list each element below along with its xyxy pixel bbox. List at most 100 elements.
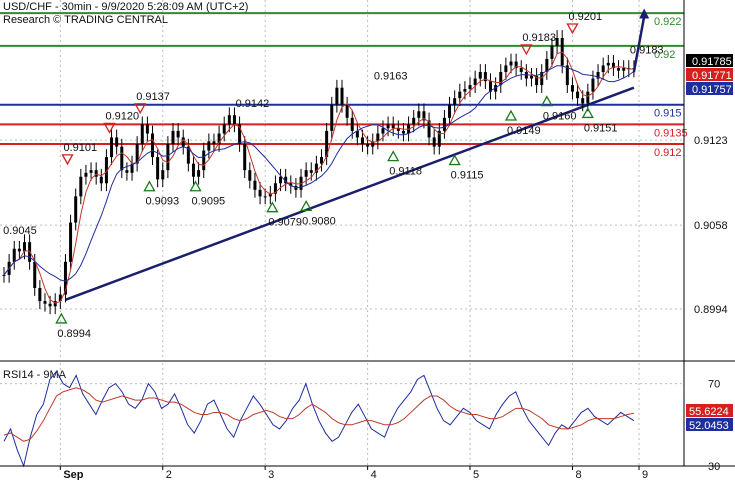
price-bar-body — [555, 37, 559, 46]
price-bar-body — [509, 61, 513, 66]
price-bar-body — [345, 104, 349, 118]
price-tag-label: 0.91757 — [692, 84, 732, 96]
price-bar-body — [17, 248, 21, 252]
price-bar-body — [197, 170, 201, 177]
price-bar-body — [110, 137, 114, 158]
price-bar-body — [151, 133, 155, 158]
rsi-tick-label: 70 — [708, 379, 720, 391]
price-bar-body — [381, 128, 385, 134]
price-bar-body — [499, 72, 503, 86]
price-bar-body — [79, 176, 83, 197]
swing-low-marker — [55, 312, 68, 324]
price-bar-body — [601, 65, 605, 72]
swing-low-label: 0.9151 — [584, 122, 618, 134]
price-bar-body — [38, 288, 42, 302]
price-bar-body — [43, 301, 47, 304]
price-bar-body — [191, 163, 195, 177]
price-bar-body — [84, 172, 88, 177]
time-tick-label: 5 — [473, 469, 479, 480]
price-bar-body — [161, 170, 165, 180]
price-bar-body — [258, 189, 262, 197]
price-bar-body — [140, 124, 144, 144]
price-bar-body — [166, 144, 170, 171]
price-bar-body — [22, 242, 26, 252]
price-bar-body — [309, 170, 313, 173]
price-tick-label: 0.9058 — [694, 220, 728, 232]
price-bar-body — [550, 45, 554, 59]
price-bar-body — [330, 104, 334, 131]
price-bar-body — [529, 75, 533, 79]
swing-low-label: 0.9149 — [507, 125, 541, 137]
swing-high-label: 0.9101 — [64, 142, 98, 154]
swing-high-marker — [61, 154, 74, 166]
support-level-label: 0.9135 — [654, 127, 688, 139]
rsi-tag-label: 52.0453 — [689, 420, 729, 432]
price-bar-body — [386, 124, 390, 129]
price-bar-body — [335, 87, 339, 105]
ma-slow-line — [3, 65, 635, 282]
price-bar-body — [622, 68, 626, 71]
time-tick-label: 3 — [268, 469, 274, 480]
price-bar-body — [12, 248, 16, 262]
rsi-tag-label: 55.6224 — [689, 406, 729, 418]
price-bar-body — [448, 104, 452, 118]
swing-low-label: 0.9080 — [302, 215, 336, 227]
price-bar-body — [350, 117, 354, 131]
price-bar-body — [304, 170, 308, 177]
price-bar-body — [458, 91, 462, 99]
price-bar-body — [401, 130, 405, 134]
swing-low-label: 0.9093 — [145, 196, 179, 208]
price-annotation-label: 0.9142 — [236, 98, 270, 110]
price-bar-body — [115, 137, 119, 147]
price-bar-body — [176, 130, 180, 138]
price-bar-body — [468, 85, 472, 90]
swing-low-marker — [266, 201, 279, 213]
price-bar-body — [99, 176, 103, 184]
price-bar-body — [478, 72, 482, 79]
price-bar-body — [202, 150, 206, 171]
swing-low-marker — [387, 150, 400, 162]
support-level-label: 0.912 — [654, 147, 682, 159]
price-bar-body — [617, 68, 621, 71]
price-bar-body — [120, 146, 124, 171]
swing-high-label: 0.9137 — [136, 91, 170, 103]
price-bar-body — [248, 170, 252, 181]
price-bar-body — [181, 137, 185, 147]
price-bar-body — [581, 98, 585, 104]
pivot-level-label: 0.915 — [654, 108, 682, 120]
price-annotation-label: 0.9045 — [3, 225, 37, 237]
swing-high-label: 0.9120 — [105, 110, 139, 122]
swing-low-label: 0.9079 — [268, 217, 302, 229]
swing-low-marker — [143, 180, 156, 192]
price-bar-body — [2, 274, 6, 276]
price-tick-label: 0.9123 — [694, 135, 728, 147]
price-annotation-label: 0.9183 — [630, 45, 664, 57]
price-bar-body — [145, 124, 149, 134]
price-bar-body — [442, 117, 446, 131]
resistance-level-label: 0.922 — [654, 16, 682, 28]
price-bar-body — [504, 65, 508, 72]
price-bar-body — [89, 170, 93, 173]
swing-low-label: 0.8994 — [57, 328, 91, 340]
price-bar-body — [48, 303, 52, 307]
price-bar-body — [33, 261, 37, 288]
price-tag-label: 0.91785 — [692, 56, 732, 68]
price-bar-body — [591, 78, 595, 92]
price-bar-body — [576, 91, 580, 99]
rsi-line — [3, 370, 635, 468]
price-panel: 0.9220.920.9150.91350.9120.90450.89940.9… — [0, 0, 688, 360]
price-bar-body — [412, 117, 416, 125]
swing-low-label: 0.9115 — [451, 170, 484, 182]
price-bar-body — [606, 62, 610, 66]
price-annotation-label: 0.9163 — [374, 71, 408, 83]
price-bar-body — [253, 180, 257, 190]
price-bar-body — [125, 170, 129, 173]
swing-high-label: 0.9183 — [522, 32, 556, 44]
price-bar-body — [432, 137, 436, 147]
price-bar-body — [227, 115, 231, 125]
price-bar-body — [463, 89, 467, 92]
price-tick-label: 0.8994 — [694, 304, 728, 316]
price-bar-body — [74, 196, 78, 223]
rsi-tick-label: 30 — [708, 461, 720, 473]
price-bar-body — [417, 111, 421, 118]
